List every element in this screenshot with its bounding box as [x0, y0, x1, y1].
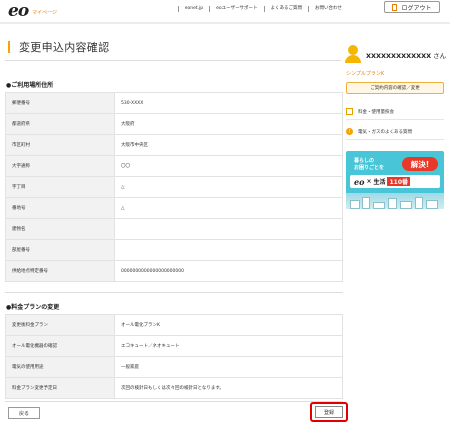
- row-label: 郵便番号: [5, 92, 115, 114]
- row-label: 変更後料金プラン: [5, 314, 115, 336]
- table-row: 建物名: [5, 218, 343, 240]
- title-divider: [5, 60, 341, 61]
- row-value: 大阪市中央区: [114, 134, 343, 156]
- row-label: 市区町村: [5, 134, 115, 156]
- row-label: 番地号: [5, 197, 115, 219]
- register-button[interactable]: 登録: [315, 406, 343, 418]
- top-navigation: eonet.jp eoユーザーサポート よくあるご質問 お問い合わせ: [177, 4, 348, 14]
- register-highlight: 登録: [310, 402, 348, 422]
- nav-link-contact[interactable]: お問い合わせ: [308, 6, 348, 12]
- row-value: エコキュート／ネオキュート: [114, 335, 343, 357]
- table-row: 字丁目 △: [5, 176, 343, 198]
- table-row: 番地号 △: [5, 197, 343, 219]
- table-row: 郵便番号 530-XXXX: [5, 92, 343, 114]
- row-value: △: [114, 197, 343, 219]
- logo-eo-text: eo: [8, 1, 29, 21]
- lightbulb-icon: !: [346, 128, 353, 135]
- logout-door-icon: [392, 3, 398, 11]
- contract-check-button[interactable]: ご契約内容の確認／変更: [346, 82, 444, 94]
- banner-eo-logo: eo: [354, 176, 365, 187]
- logout-button[interactable]: ログアウト: [384, 1, 440, 13]
- banner-brand-strip: eo × 生活 110番: [350, 175, 440, 188]
- address-table: 郵便番号 530-XXXX 都道府県 大阪府 市区町村 大阪市中央区 大字通称 〇〇 字…: [5, 92, 343, 282]
- user-avatar-icon: [345, 45, 361, 63]
- banner-line2: お困りごとを: [354, 165, 385, 171]
- row-value: 〇〇: [114, 155, 343, 177]
- life110-banner[interactable]: 暮らしの お困りごとを 解決! eo × 生活 110番: [346, 151, 444, 209]
- table-row: オール電化機器の確認 エコキュート／ネオキュート: [5, 335, 343, 357]
- buttons-divider: [5, 401, 343, 402]
- logout-label: ログアウト: [401, 4, 432, 12]
- banner-service: 生活: [373, 179, 386, 186]
- header-divider: [0, 22, 450, 24]
- user-name-text: XXXXXXXXXXXXX: [366, 52, 432, 60]
- row-label: 部屋番号: [5, 239, 115, 261]
- sidebar-link-label: 料金・使用量照会: [358, 109, 394, 115]
- row-value: [114, 218, 343, 240]
- banner-town-illustration: [346, 193, 444, 209]
- row-label: 大字通称: [5, 155, 115, 177]
- table-row: 電気の使用用途 一般家庭: [5, 356, 343, 378]
- table-row: 大字通称 〇〇: [5, 155, 343, 177]
- row-value: 次回の検針日もしくは次々回の検針日となります。: [114, 377, 343, 399]
- row-label: 料金プラン変更予定日: [5, 377, 115, 399]
- logo-subtitle: マイページ: [32, 10, 58, 16]
- section-plan-heading: ●料金プランの変更: [6, 304, 60, 311]
- table-row: 変更後料金プラン オール電化プランK: [5, 314, 343, 336]
- table-row: 都道府県 大阪府: [5, 113, 343, 135]
- page-title: 変更申込内容確認: [8, 40, 109, 54]
- row-label: オール電化機器の確認: [5, 335, 115, 357]
- section-address-heading: ●ご利用場所住所: [6, 82, 54, 89]
- row-value: [114, 239, 343, 261]
- document-icon: [346, 108, 353, 115]
- title-accent-bar: [8, 41, 10, 53]
- banner-join: ×: [366, 178, 372, 185]
- table-row: 市区町村 大阪市中央区: [5, 134, 343, 156]
- banner-line1: 暮らしの: [354, 158, 375, 164]
- row-label: 電気の使用用途: [5, 356, 115, 378]
- current-plan: シンプルプランK: [346, 71, 385, 77]
- banner-service-number: 110番: [387, 177, 411, 186]
- sidebar-link-faq[interactable]: ! 電気・ガスのよくある質問: [346, 124, 444, 140]
- banner-copy: 暮らしの お困りごとを: [354, 158, 384, 172]
- row-value: △: [114, 176, 343, 198]
- back-button[interactable]: 戻る: [8, 407, 40, 419]
- plan-table: 変更後料金プラン オール電化プランK オール電化機器の確認 エコキュート／ネオキュー…: [5, 314, 343, 399]
- row-value: 0000000000000000000000: [114, 260, 343, 282]
- nav-link-support[interactable]: eoユーザーサポート: [209, 6, 263, 12]
- eo-mypage-logo[interactable]: eo マイページ: [8, 1, 58, 21]
- page-title-text: 変更申込内容確認: [19, 41, 110, 54]
- table-row: 供給地点特定番号 0000000000000000000000: [5, 260, 343, 282]
- section-divider: [5, 292, 343, 293]
- user-name: XXXXXXXXXXXXX さん: [366, 50, 446, 60]
- row-label: 建物名: [5, 218, 115, 240]
- row-label: 都道府県: [5, 113, 115, 135]
- sidebar-link-usage[interactable]: 料金・使用量照会: [346, 104, 444, 120]
- banner-bubble: 解決!: [402, 157, 438, 171]
- nav-link-faq[interactable]: よくあるご質問: [263, 6, 309, 12]
- user-name-suffix: さん: [433, 52, 447, 60]
- row-value: オール電化プランK: [114, 314, 343, 336]
- table-row: 部屋番号: [5, 239, 343, 261]
- row-value: 530-XXXX: [114, 92, 343, 114]
- nav-link-eonet[interactable]: eonet.jp: [177, 6, 209, 12]
- row-label: 字丁目: [5, 176, 115, 198]
- table-row: 料金プラン変更予定日 次回の検針日もしくは次々回の検針日となります。: [5, 377, 343, 399]
- row-value: 大阪府: [114, 113, 343, 135]
- sidebar-link-label: 電気・ガスのよくある質問: [358, 129, 412, 135]
- row-value: 一般家庭: [114, 356, 343, 378]
- row-label: 供給地点特定番号: [5, 260, 115, 282]
